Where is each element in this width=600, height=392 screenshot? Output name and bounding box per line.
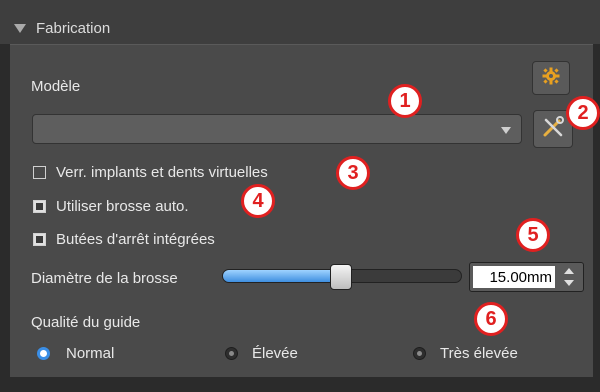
section-header[interactable]: Fabrication bbox=[0, 0, 600, 44]
radio-very-high-label: Très élevée bbox=[440, 345, 518, 362]
chevron-down-icon bbox=[501, 127, 511, 134]
callout-4: 4 bbox=[241, 184, 275, 218]
guide-quality-label: Qualité du guide bbox=[31, 314, 141, 331]
tools-icon bbox=[541, 115, 565, 144]
radio-high-label: Élevée bbox=[252, 345, 298, 362]
spin-down-icon[interactable] bbox=[564, 280, 574, 286]
callout-1: 1 bbox=[388, 84, 422, 118]
callout-2: 2 bbox=[566, 96, 600, 130]
checkbox-lock-implants[interactable] bbox=[33, 166, 46, 179]
section-title: Fabrication bbox=[36, 20, 111, 37]
callout-6: 6 bbox=[474, 302, 508, 336]
spin-up-icon[interactable] bbox=[564, 268, 574, 274]
brush-diameter-value[interactable]: 15.00mm bbox=[473, 266, 555, 288]
model-dropdown[interactable] bbox=[32, 114, 522, 144]
radio-very-high[interactable] bbox=[413, 347, 426, 360]
callout-5: 5 bbox=[516, 218, 550, 252]
checkbox-auto-brush[interactable] bbox=[33, 200, 46, 213]
brush-diameter-spinbox[interactable]: 15.00mm bbox=[469, 262, 584, 292]
radio-high[interactable] bbox=[225, 347, 238, 360]
callout-3: 3 bbox=[336, 156, 370, 190]
slider-fill bbox=[223, 270, 342, 282]
model-label: Modèle bbox=[31, 78, 81, 95]
checkbox-auto-brush-label: Utiliser brosse auto. bbox=[56, 198, 189, 215]
checkbox-integrated-stops[interactable] bbox=[33, 233, 46, 246]
brush-diameter-label: Diamètre de la brosse bbox=[31, 270, 178, 287]
radio-normal-label: Normal bbox=[66, 345, 115, 362]
collapse-arrow-icon[interactable] bbox=[14, 24, 26, 33]
settings-button[interactable] bbox=[532, 61, 570, 95]
checkbox-integrated-stops-label: Butées d'arrêt intégrées bbox=[56, 231, 215, 248]
gear-icon bbox=[542, 67, 560, 90]
slider-thumb[interactable] bbox=[330, 264, 352, 290]
radio-normal[interactable] bbox=[37, 347, 50, 360]
checkbox-lock-implants-label: Verr. implants et dents virtuelles bbox=[56, 164, 268, 181]
